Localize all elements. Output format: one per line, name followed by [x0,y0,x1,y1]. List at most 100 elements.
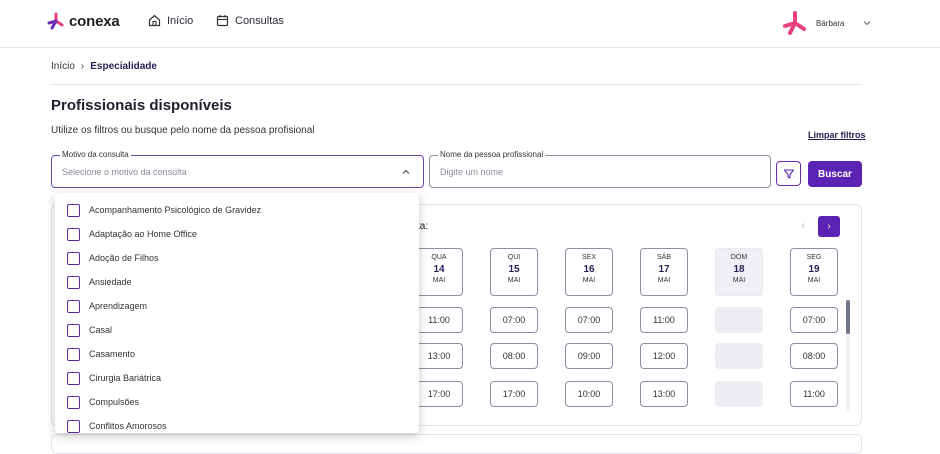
reason-option[interactable]: Cirurgia Bariátrica [67,370,161,386]
breadcrumb: Início › Especialidade [51,61,862,72]
user-menu[interactable]: Bárbara [782,10,872,36]
reason-select-label: Motivo da consulta [60,150,131,159]
checkbox[interactable] [67,227,80,241]
checkbox[interactable] [67,347,80,361]
day-number: 16 [583,264,595,275]
breadcrumb-separator: › [80,61,85,72]
time-slot[interactable]: 17:00 [490,381,538,407]
calendar-icon [216,15,229,27]
next-week-button[interactable]: › [818,216,840,237]
conexa-logo-icon [47,12,64,30]
reason-select-placeholder: Selecione o motivo da consulta [62,167,187,177]
time-slot[interactable]: 13:00 [415,343,463,369]
logo-text: conexa [69,12,120,30]
filter-icon [783,168,794,179]
day-month: MAI [582,277,596,284]
checkbox[interactable] [67,395,80,409]
time-slot[interactable]: 08:00 [790,343,838,369]
checkbox[interactable] [67,299,80,313]
reason-option[interactable]: Adoção de Filhos [67,250,159,266]
breadcrumb-home[interactable]: Início [51,61,75,72]
avatar [783,11,806,35]
day-of-week: SEX [581,254,596,261]
day-of-week: SEG [806,254,822,261]
checkbox[interactable] [67,323,80,337]
reason-option[interactable]: Acompanhamento Psicológico de Gravidez [67,202,261,218]
time-slot[interactable]: 11:00 [415,307,463,333]
nav-inicio[interactable]: Início [148,14,193,27]
day-month: MAI [507,277,521,284]
user-name: Bárbara [816,18,845,28]
logo[interactable]: conexa [47,12,120,30]
reason-option[interactable]: Ansiedade [67,274,132,290]
time-slot[interactable]: 09:00 [565,343,613,369]
day-month: MAI [432,277,446,284]
professional-name-label: Nome da pessoa profissional [438,150,546,159]
slots-scrollbar-thumb[interactable] [846,300,850,334]
time-slot[interactable]: 13:00 [640,381,688,407]
reason-option-label: Casal [89,325,113,335]
time-slot-empty [715,307,763,333]
day-card[interactable]: SÁB 17 MAI [640,248,688,296]
time-slot[interactable]: 08:00 [490,343,538,369]
reason-option-label: Ansiedade [89,277,132,287]
time-slot[interactable]: 11:00 [790,381,838,407]
reason-option[interactable]: Compulsões [67,394,139,410]
day-number: 14 [433,264,445,275]
nav-consultas[interactable]: Consultas [216,14,284,27]
professional-name-placeholder: Digite um nome [440,167,504,177]
day-number: 18 [733,264,745,275]
clear-filters-link[interactable]: Limpar filtros [808,130,866,140]
reason-option[interactable]: Casal [67,322,112,338]
reason-option-label: Acompanhamento Psicológico de Gravidez [89,205,262,215]
time-slot[interactable]: 12:00 [640,343,688,369]
page-subtitle: Utilize os filtros ou busque pelo nome d… [51,125,315,136]
reason-option-label: Casamento [89,349,136,359]
reason-option[interactable]: Adaptação ao Home Office [67,226,197,242]
time-slot[interactable]: 07:00 [790,307,838,333]
time-slot[interactable]: 11:00 [640,307,688,333]
checkbox[interactable] [67,371,80,385]
day-number: 17 [658,264,670,275]
day-card-disabled: DOM 18 MAI [715,248,763,296]
professional-name-input[interactable]: Nome da pessoa profissional Digite um no… [429,150,771,188]
checkbox[interactable] [67,203,80,217]
time-slot[interactable]: 17:00 [415,381,463,407]
nav-consultas-label: Consultas [235,14,284,27]
day-card[interactable]: SEX 16 MAI [565,248,613,296]
day-of-week: SÁB [656,254,671,261]
day-of-week: QUI [507,254,521,261]
time-slot[interactable]: 10:00 [565,381,613,407]
breadcrumb-current: Especialidade [90,61,157,72]
day-card[interactable]: QUA 14 MAI [415,248,463,296]
checkbox[interactable] [67,419,80,433]
page-title: Profissionais disponíveis [51,97,232,114]
time-slot[interactable]: 07:00 [565,307,613,333]
day-month: MAI [807,277,821,284]
reason-option-label: Adoção de Filhos [89,253,159,263]
chevron-up-icon [402,169,410,174]
reason-dropdown-menu: Acompanhamento Psicológico de Gravidez A… [55,193,419,433]
reason-select[interactable]: Motivo da consulta Selecione o motivo da… [51,150,424,188]
day-number: 19 [808,264,820,275]
checkbox[interactable] [67,275,80,289]
reason-option[interactable]: Conflitos Amorosos [67,418,167,433]
day-month: MAI [732,277,746,284]
search-button[interactable]: Buscar [808,161,862,187]
day-card[interactable]: SEG 19 MAI [790,248,838,296]
filter-button[interactable] [776,161,801,186]
day-card[interactable]: QUI 15 MAI [490,248,538,296]
day-number: 15 [508,264,520,275]
prev-week-button[interactable]: ‹ [796,218,810,234]
reason-option-label: Conflitos Amorosos [89,421,167,431]
reason-option-label: Adaptação ao Home Office [89,229,197,239]
reason-option-label: Compulsões [89,397,140,407]
time-slot-empty [715,381,763,407]
checkbox[interactable] [67,251,80,265]
reason-option[interactable]: Aprendizagem [67,298,147,314]
time-slot[interactable]: 07:00 [490,307,538,333]
reason-option-label: Cirurgia Bariátrica [89,373,162,383]
reason-option[interactable]: Casamento [67,346,135,362]
reason-option-label: Aprendizagem [89,301,148,311]
divider [51,84,862,85]
